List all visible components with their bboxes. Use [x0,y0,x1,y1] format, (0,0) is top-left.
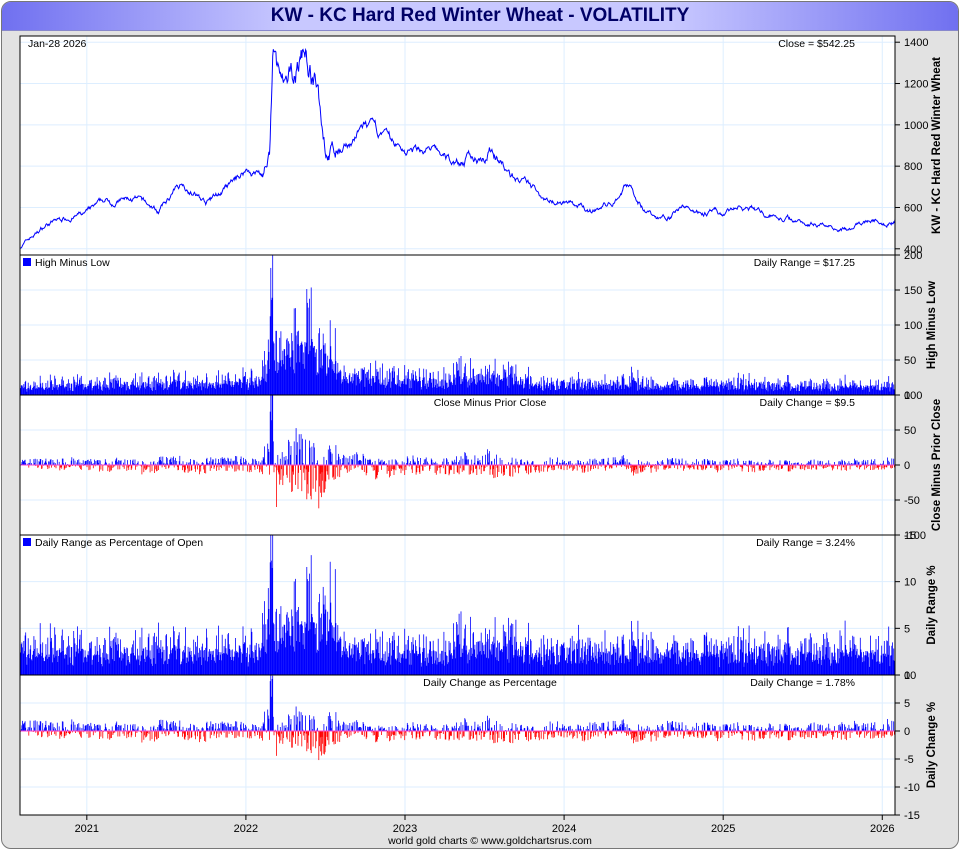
volatility-chart: 400600800100012001400KW - KC Hard Red Wi… [19,35,943,847]
plot-background [20,36,895,815]
